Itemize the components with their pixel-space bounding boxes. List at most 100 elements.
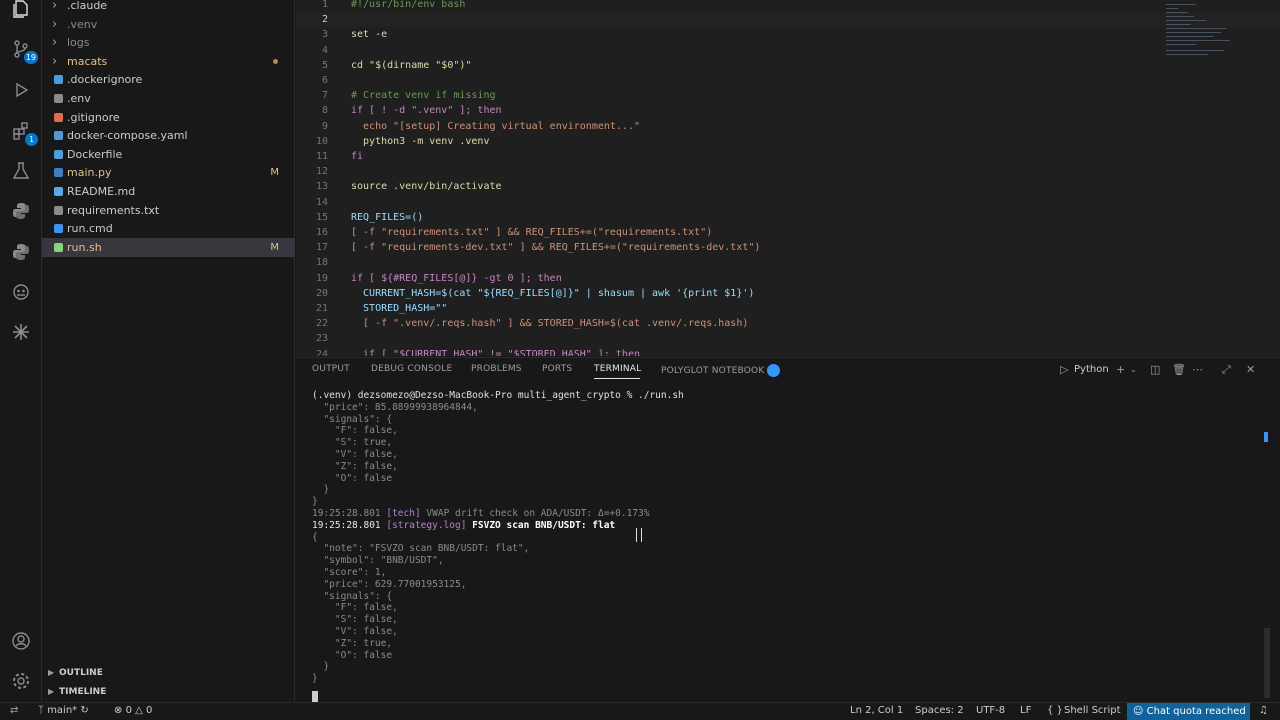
terminal-scrollbar[interactable] (1264, 628, 1270, 698)
terminal-cursor (312, 691, 318, 702)
timeline-section[interactable]: ▶ TIMELINE (42, 683, 295, 701)
close-panel-icon[interactable]: ✕ (1246, 363, 1255, 376)
tree-item[interactable]: › macats (42, 52, 295, 71)
cursor-position[interactable]: Ln 2, Col 1 (850, 705, 903, 716)
warning-icon: △ (135, 705, 143, 716)
code-text: STORED_HASH="" (351, 303, 448, 314)
more-actions-icon[interactable]: ⋯ (1192, 363, 1203, 376)
tree-item[interactable]: docker-compose.yaml (42, 126, 295, 145)
problems-indicator[interactable]: ⊗ 0 △ 0 (114, 705, 152, 716)
remote-icon[interactable]: ⇄ (10, 705, 18, 716)
copilot-icon: ☺ (1133, 706, 1147, 717)
language-mode[interactable]: Shell Script (1064, 705, 1121, 716)
panel-actions: ▷ Python + ⌄ ◫ 🗑 ⋯ ⤢ ✕ (1060, 363, 1270, 379)
code-line: 14 (296, 195, 1280, 210)
code-line: 3 set -e (296, 27, 1280, 42)
minimap[interactable] (1166, 0, 1241, 60)
tree-item-label: macats (67, 54, 108, 68)
code-line: 20 CURRENT_HASH=$(cat "${REQ_FILES[@]}" … (296, 286, 1280, 301)
code-line: 2 (296, 12, 1280, 28)
tab-terminal[interactable]: TERMINAL (594, 364, 641, 374)
tree-item[interactable]: Dockerfile (42, 145, 295, 164)
maximize-panel-icon[interactable]: ⤢ (1222, 363, 1231, 377)
run-debug-icon[interactable] (9, 78, 33, 102)
log-tag: [tech] (386, 508, 421, 519)
line-number: 14 (315, 196, 328, 208)
line-number: 22 (315, 318, 328, 330)
code-line: 6 (296, 73, 1280, 88)
tree-item[interactable]: › logs (42, 33, 295, 52)
tree-item[interactable]: › .venv (42, 15, 295, 34)
new-terminal-icon[interactable]: + (1116, 363, 1125, 376)
tree-item-label: run.sh (67, 240, 102, 254)
code-text: source .venv/bin/activate (351, 181, 502, 193)
tree-item[interactable]: .gitignore (42, 108, 295, 127)
tree-item[interactable]: .env (42, 89, 295, 108)
trash-icon[interactable]: 🗑 (1172, 363, 1186, 376)
extensions-icon[interactable]: 1 (9, 119, 38, 146)
code-line: 24 if [ "$CURRENT_HASH" != "$STORED_HASH… (296, 347, 1280, 356)
end-of-line[interactable]: LF (1020, 705, 1031, 716)
chevron-down-icon[interactable]: ⌄ (1130, 365, 1137, 374)
notifications-bell-icon[interactable]: ♫ (1259, 705, 1268, 716)
line-number: 3 (321, 29, 328, 41)
tree-item[interactable]: run.cmd (42, 219, 295, 238)
git-changes-dot (273, 58, 278, 64)
branch-icon: ᛉ (38, 705, 48, 716)
tab-polyglot-notebook[interactable]: POLYGLOT NOTEBOOK (661, 364, 781, 377)
code-line: 4 (296, 43, 1280, 58)
code-text: if [ "$CURRENT_HASH" != "$STORED_HASH" ]… (351, 348, 640, 356)
line-number: 2 (321, 14, 328, 26)
chevron-right-icon: › (52, 53, 58, 69)
error-count: 0 (125, 705, 132, 716)
manage-gear-icon[interactable] (9, 669, 33, 693)
terminal-line: "price": 85.88999938964844, (312, 401, 478, 413)
copilot-icon[interactable] (9, 280, 33, 304)
tree-item[interactable]: README.md (42, 182, 295, 201)
code-text: #!/usr/bin/env bash (351, 0, 466, 10)
python-icon[interactable] (9, 199, 33, 223)
code-line: 22 [ -f ".venv/.reqs.hash" ] && STORED_H… (296, 316, 1280, 331)
tree-item[interactable]: requirements.txt (42, 201, 295, 220)
spark-icon[interactable] (9, 320, 33, 344)
shell-label[interactable]: Python (1074, 364, 1109, 375)
account-icon[interactable] (9, 629, 33, 653)
outline-section[interactable]: ▶ OUTLINE (42, 664, 295, 682)
tab-problems[interactable]: PROBLEMS (471, 364, 522, 374)
line-number: 24 (315, 348, 328, 356)
code-line: 13 source .venv/bin/activate (296, 179, 1280, 194)
testing-icon[interactable] (9, 159, 33, 183)
branch-indicator[interactable]: ᛉ main* ↻ (38, 705, 89, 716)
explorer-icon[interactable] (9, 0, 33, 20)
encoding[interactable]: UTF-8 (976, 705, 1005, 716)
split-terminal-icon[interactable]: ◫ (1150, 363, 1160, 376)
braces-icon[interactable]: { } (1047, 705, 1063, 716)
terminal-line: "F": false, (312, 425, 398, 437)
chat-quota-button[interactable]: ☺ Chat quota reached (1127, 703, 1250, 720)
terminal-line: } (312, 673, 318, 685)
code-text: if [ ! -d ".venv" ]; then (351, 105, 502, 117)
tree-item[interactable]: main.py M (42, 163, 295, 182)
terminal-line: "symbol": "BNB/USDT", (312, 555, 444, 567)
tree-item-label: docker-compose.yaml (67, 129, 188, 143)
terminal-line: "F": false, (312, 602, 398, 614)
tree-item-label: Dockerfile (67, 147, 123, 161)
python-file-icon (54, 168, 63, 178)
tab-output[interactable]: OUTPUT (312, 364, 350, 374)
source-control-icon[interactable]: 19 (9, 37, 38, 64)
tree-item[interactable]: run.sh M (42, 237, 295, 257)
timeline-label: TIMELINE (59, 687, 107, 697)
tree-item-label: .gitignore (67, 110, 120, 124)
tab-debug-console[interactable]: DEBUG CONSOLE (371, 364, 452, 374)
tree-item[interactable]: .dockerignore (42, 70, 295, 89)
chevron-right-icon: ▶ (48, 687, 55, 696)
code-text: set -e (351, 29, 388, 41)
branch-name: main* (47, 705, 78, 716)
sync-icon: ↻ (80, 705, 89, 716)
indentation[interactable]: Spaces: 2 (915, 705, 964, 716)
python-env-icon[interactable] (9, 240, 33, 264)
bottom-panel: OUTPUT DEBUG CONSOLE PROBLEMS PORTS TERM… (296, 357, 1280, 702)
tree-item[interactable]: › .claude (42, 0, 295, 15)
tab-ports[interactable]: PORTS (542, 364, 572, 374)
code-editor[interactable]: 1 #!/usr/bin/env bash 2 3 set -e 4 5 cd "$(dirn… (296, 0, 1280, 356)
